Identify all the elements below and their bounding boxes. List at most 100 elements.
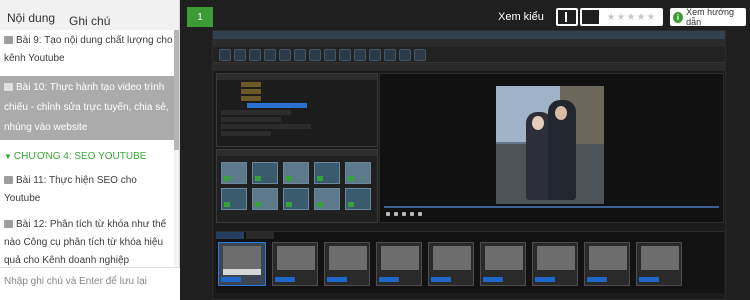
slide-image: [329, 246, 367, 270]
toolbar-icon: [354, 49, 366, 61]
slide-label: [327, 277, 347, 282]
star-icon[interactable]: ★: [636, 12, 645, 23]
toolbar-icon: [369, 49, 381, 61]
lesson-list: Bài 9: Tạo nội dung chất lượng cho kênh …: [0, 30, 179, 267]
slide-image: [589, 246, 627, 270]
timeline-tab: [216, 232, 244, 239]
slide-label: [483, 277, 503, 282]
app-title-bar: [213, 31, 725, 39]
check-icon: [348, 176, 354, 181]
toolbar-icon: [324, 49, 336, 61]
chapter-label: CHƯƠNG 4: SEO YOUTUBE: [13, 151, 147, 162]
star-icon[interactable]: ★: [627, 12, 636, 23]
slide-label: [379, 277, 399, 282]
lesson-label: Bài 11: Thực hiện SEO cho Youtube: [4, 175, 137, 204]
check-icon: [224, 176, 230, 181]
lesson-label: Bài 12: Phân tích từ khóa như thế nào Cô…: [4, 219, 167, 266]
slide-label: [431, 277, 451, 282]
star-icon[interactable]: ★: [607, 12, 616, 23]
slide-label: [587, 277, 607, 282]
slide-image: [223, 246, 261, 270]
view-mode-label: Xem kiểu: [498, 11, 544, 23]
video-player[interactable]: [212, 30, 726, 300]
lesson-label: Bài 9: Tạo nội dung chất lượng cho kênh …: [4, 35, 173, 64]
check-icon: [286, 202, 292, 207]
app-toolbar: [213, 47, 725, 63]
slide-image: [381, 246, 419, 270]
app-screenshot: [213, 31, 725, 299]
guide-label: Xem hướng dẫn: [686, 7, 735, 27]
timeline-tabs: [216, 232, 724, 239]
slide-image: [641, 246, 679, 270]
lesson-icon: [4, 176, 13, 184]
slide-thumb: [218, 242, 266, 286]
lesson-item[interactable]: Bài 12: Phân tích từ khóa như thế nào Cô…: [0, 214, 179, 267]
file-thumbnail: [314, 188, 340, 210]
file-thumbnail: [345, 162, 371, 184]
panel-header: [217, 74, 377, 80]
preview-controls: [386, 210, 719, 218]
slide-thumb: [584, 242, 630, 286]
guide-button[interactable]: i Xem hướng dẫn: [670, 7, 746, 27]
file-thumbnail: [252, 188, 278, 210]
slide-image: [433, 246, 471, 270]
toolbar-icon: [279, 49, 291, 61]
file-thumbnail: [314, 162, 340, 184]
folder-tree-panel: [216, 73, 378, 147]
lesson-number-badge: 1: [187, 7, 213, 27]
photo-face: [555, 106, 567, 120]
control-icon: [402, 212, 406, 216]
toolbar-icon: [264, 49, 276, 61]
lesson-icon: [4, 36, 13, 44]
check-icon: [224, 202, 230, 207]
toolbar-icon: [249, 49, 261, 61]
app-menu-bar: [213, 39, 725, 47]
slide-image: [485, 246, 523, 270]
star-icon[interactable]: ★: [617, 12, 626, 23]
photo-face: [532, 116, 544, 130]
preview-photo: [496, 86, 604, 204]
slide-thumb: [480, 242, 526, 286]
lesson-icon: [4, 83, 13, 91]
chapter-heading[interactable]: ▼ CHƯƠNG 4: SEO YOUTUBE: [0, 144, 179, 170]
slide-thumb: [636, 242, 682, 286]
slide-image: [277, 246, 315, 270]
layout-split-button[interactable]: [556, 8, 578, 26]
tree-line: [241, 96, 261, 101]
slide-thumb: [324, 242, 370, 286]
sidebar-scroll-thumb[interactable]: [174, 30, 179, 150]
sidebar: Nội dung Ghi chú Bài 9: Tạo nội dung chấ…: [0, 0, 180, 300]
star-icon[interactable]: ★: [646, 12, 655, 23]
rating-stars[interactable]: ★ ★ ★ ★ ★: [599, 8, 663, 26]
tree-line: [221, 117, 281, 122]
check-icon: [348, 202, 354, 207]
tree-line: [241, 82, 261, 87]
lesson-item[interactable]: Bài 9: Tạo nội dung chất lượng cho kênh …: [0, 30, 179, 70]
file-list-panel: [216, 149, 378, 223]
toolbar-icon: [219, 49, 231, 61]
tree-line: [241, 89, 261, 94]
check-icon: [255, 176, 261, 181]
file-thumbnail: [283, 162, 309, 184]
app-subbar: [213, 63, 725, 71]
lesson-item-active[interactable]: Bài 10: Thực hành tạo video trình chiếu …: [0, 76, 179, 140]
slide-thumb: [428, 242, 474, 286]
info-icon: i: [673, 11, 684, 23]
tree-line: [221, 131, 271, 136]
lesson-item[interactable]: Bài 11: Thực hiện SEO cho Youtube: [0, 170, 179, 210]
check-icon: [317, 176, 323, 181]
note-input[interactable]: Nhập ghi chú và Enter để lưu lại: [0, 267, 180, 300]
tree-line-selected: [247, 103, 307, 108]
toolbar-icon: [339, 49, 351, 61]
control-icon: [418, 212, 422, 216]
timeline-tab: [246, 232, 274, 239]
toolbar-icon: [309, 49, 321, 61]
file-thumbnail: [221, 188, 247, 210]
slide-timeline: [216, 231, 724, 293]
tree-line: [221, 124, 311, 129]
slide-label: [535, 277, 555, 282]
slide-thumb: [532, 242, 578, 286]
slide-thumb: [376, 242, 422, 286]
check-icon: [317, 202, 323, 207]
file-thumbnail: [252, 162, 278, 184]
